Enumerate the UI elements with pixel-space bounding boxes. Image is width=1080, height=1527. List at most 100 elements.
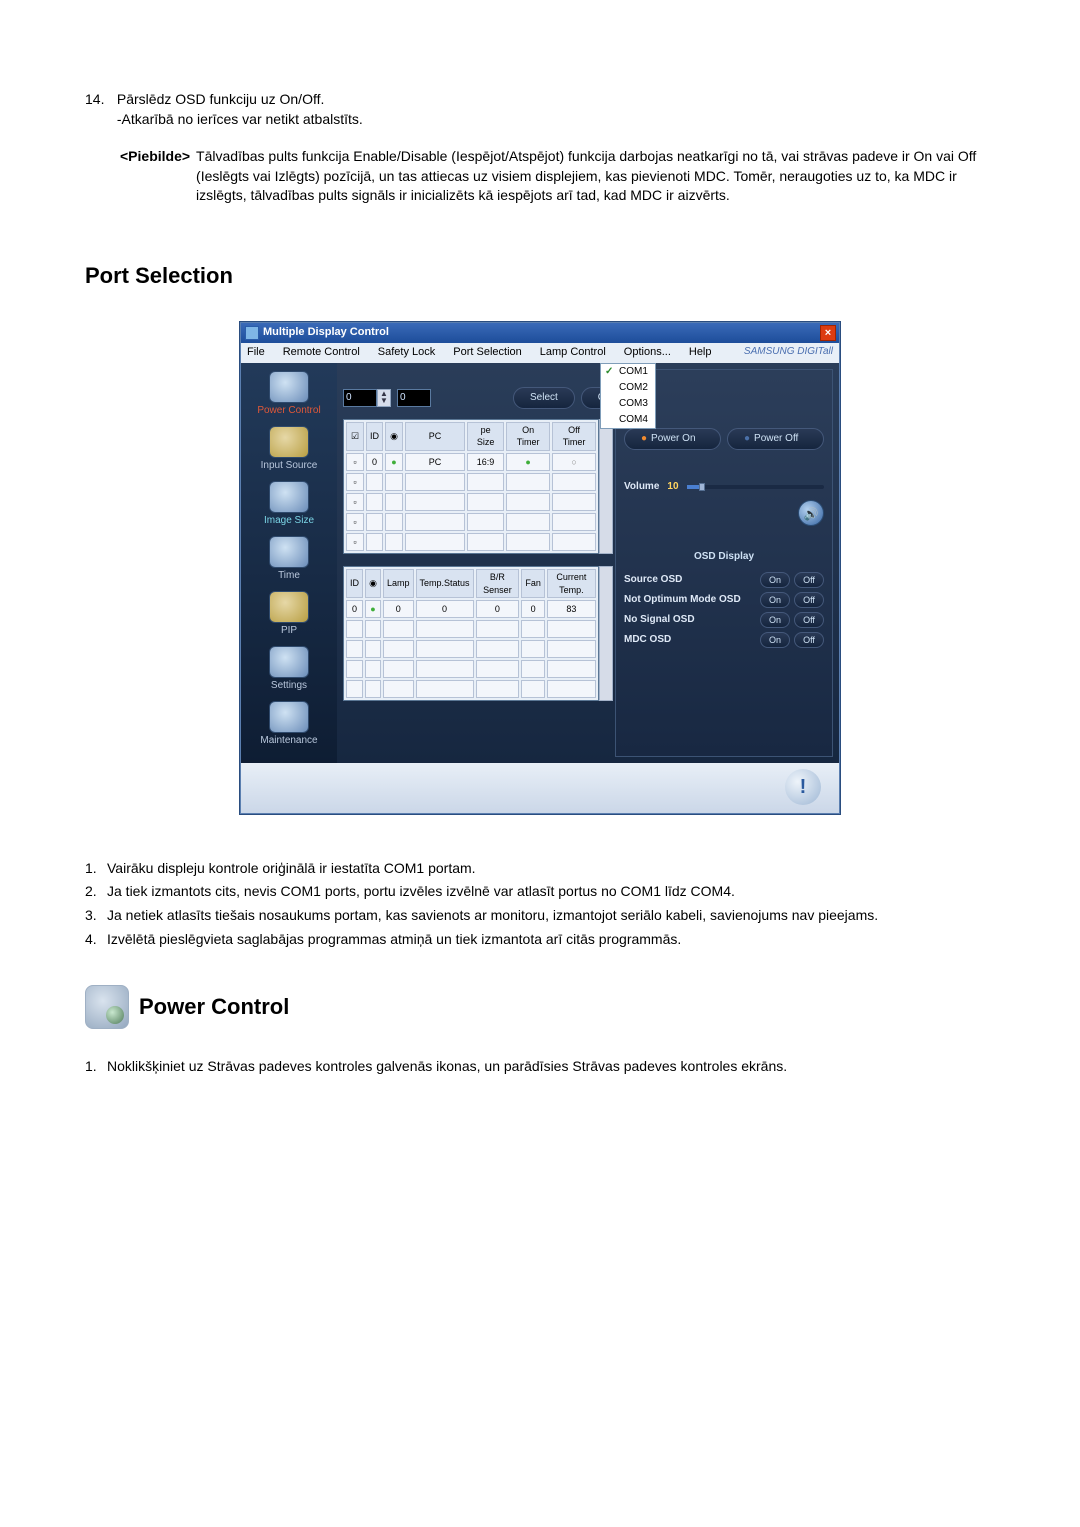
port-option-com4[interactable]: COM4 (601, 412, 655, 428)
osd-source-off[interactable]: Off (794, 572, 824, 588)
maintenance-icon (269, 701, 309, 733)
osd-display-title: OSD Display (624, 550, 824, 564)
table-row (346, 660, 596, 678)
menu-safety-lock[interactable]: Safety Lock (378, 345, 435, 360)
osd-row-nosignal: No Signal OSD On Off (624, 612, 824, 628)
list-item: 3.Ja netiek atlasīts tiešais nosaukums p… (85, 906, 995, 926)
lamp-header-icon: ◉ (390, 431, 398, 441)
volume-value: 10 (667, 480, 678, 494)
col-pc: PC (405, 422, 465, 451)
osd-nosignal-label: No Signal OSD (624, 613, 756, 627)
footer-bar: ! (241, 763, 839, 813)
table-row[interactable]: 0 ● 0 0 0 0 83 (346, 600, 596, 618)
volume-slider[interactable] (687, 485, 824, 489)
col2-cur: Current Temp. (547, 569, 596, 598)
titlebar[interactable]: Multiple Display Control × (241, 323, 839, 343)
sidebar-label-power: Power Control (246, 404, 332, 418)
port-option-com3[interactable]: COM3 (601, 396, 655, 412)
col2-fan: Fan (521, 569, 545, 598)
osd-nosignal-off[interactable]: Off (794, 612, 824, 628)
osd-optimum-on[interactable]: On (760, 592, 790, 608)
alert-icon: ! (785, 769, 821, 805)
osd-source-label: Source OSD (624, 573, 756, 587)
display-table[interactable]: ☑ ID ◉ PC pe Size On Timer Off Timer ▫ 0… (343, 419, 599, 554)
port-option-com1[interactable]: ✓COM1 (601, 364, 655, 380)
intro-text: Pārslēdz OSD funkciju uz On/Off. -Atkarī… (117, 90, 987, 129)
table-row: ▫ (346, 493, 596, 511)
list-item: 2.Ja tiek izmantots cits, nevis COM1 por… (85, 882, 995, 902)
section-title-power-control: Power Control (139, 992, 289, 1023)
status-table[interactable]: ID ◉ Lamp Temp.Status B/R Senser Fan Cur… (343, 566, 599, 701)
sidebar-label-input: Input Source (246, 459, 332, 473)
note-body: Tālvadības pults funkcija Enable/Disable… (196, 147, 995, 206)
sidebar-item-settings[interactable]: Settings (246, 644, 332, 693)
menu-remote-control[interactable]: Remote Control (283, 345, 360, 360)
input-source-icon (269, 426, 309, 458)
menu-lamp-control[interactable]: Lamp Control (540, 345, 606, 360)
sidebar-item-time[interactable]: Time (246, 534, 332, 583)
spin-2-input[interactable] (397, 389, 431, 407)
sidebar-item-maintenance[interactable]: Maintenance (246, 699, 332, 748)
main-pane: Idle Refresh ▲▼ Select Clear ☑ (337, 363, 839, 763)
select-button[interactable]: Select (513, 387, 575, 409)
power-control-notes: 1.Noklikšķiniet uz Strāvas padeves kontr… (85, 1057, 995, 1077)
checkbox-icon[interactable]: ☑ (351, 431, 359, 441)
volume-control[interactable]: Volume 10 (624, 480, 824, 494)
col-off-timer: Off Timer (552, 422, 596, 451)
menubar: File Remote Control Safety Lock Port Sel… (241, 343, 839, 363)
osd-optimum-off[interactable]: Off (794, 592, 824, 608)
close-icon[interactable]: × (820, 325, 836, 341)
sidebar-label-maintenance: Maintenance (246, 734, 332, 748)
port-option-com2[interactable]: COM2 (601, 380, 655, 396)
port-selection-dropdown[interactable]: ✓COM1 COM2 COM3 COM4 (600, 363, 656, 429)
col-on-timer: On Timer (506, 422, 550, 451)
spin-1[interactable]: ▲▼ (343, 389, 391, 407)
osd-mdc-on[interactable]: On (760, 632, 790, 648)
table-row: ▫ (346, 533, 596, 551)
settings-icon (269, 646, 309, 678)
spin-1-arrows[interactable]: ▲▼ (377, 389, 391, 407)
menu-port-selection[interactable]: Port Selection (453, 345, 521, 360)
slider-handle[interactable] (699, 483, 705, 491)
image-size-icon (269, 481, 309, 513)
row-checkbox[interactable]: ▫ (353, 457, 356, 467)
menu-options[interactable]: Options... (624, 345, 671, 360)
spin-1-input[interactable] (343, 389, 377, 407)
osd-nosignal-on[interactable]: On (760, 612, 790, 628)
power-button-row: Power On Power Off (624, 428, 824, 450)
power-on-button[interactable]: Power On (624, 428, 721, 450)
table-row[interactable]: ▫ 0 ● PC 16:9 ● ○ (346, 453, 596, 471)
app-body: Power Control Input Source Image Size Ti… (241, 363, 839, 763)
osd-source-on[interactable]: On (760, 572, 790, 588)
osd-mdc-off[interactable]: Off (794, 632, 824, 648)
time-icon (269, 536, 309, 568)
app-icon (245, 326, 259, 340)
brand-label: SAMSUNG DIGITall (744, 345, 833, 359)
volume-label: Volume (624, 480, 659, 494)
menu-file[interactable]: File (247, 345, 265, 360)
speaker-icon[interactable]: 🔊 (798, 500, 824, 526)
sidebar-item-image-size[interactable]: Image Size (246, 479, 332, 528)
col-size: pe Size (467, 422, 504, 451)
check-icon: ✓ (605, 365, 619, 379)
sidebar: Power Control Input Source Image Size Ti… (241, 363, 337, 763)
intro-num: 14. (85, 90, 113, 110)
sidebar-label-settings: Settings (246, 679, 332, 693)
sidebar-label-pip: PIP (246, 624, 332, 638)
power-control-icon (85, 985, 129, 1029)
menu-help[interactable]: Help (689, 345, 712, 360)
table-row: ▫ (346, 513, 596, 531)
col2-temp: Temp.Status (416, 569, 474, 598)
list-item: 1.Noklikšķiniet uz Strāvas padeves kontr… (85, 1057, 995, 1077)
scrollbar[interactable] (599, 419, 613, 554)
scrollbar[interactable] (599, 566, 613, 701)
sidebar-label-time: Time (246, 569, 332, 583)
intro-line1: Pārslēdz OSD funkciju uz On/Off. (117, 91, 325, 107)
sidebar-item-pip[interactable]: PIP (246, 589, 332, 638)
sidebar-item-input-source[interactable]: Input Source (246, 424, 332, 473)
status-dot-icon: ◉ (369, 578, 377, 588)
power-off-button[interactable]: Power Off (727, 428, 824, 450)
col2-lamp: Lamp (383, 569, 414, 598)
spin-2[interactable] (397, 389, 431, 407)
sidebar-item-power-control[interactable]: Power Control (246, 369, 332, 418)
